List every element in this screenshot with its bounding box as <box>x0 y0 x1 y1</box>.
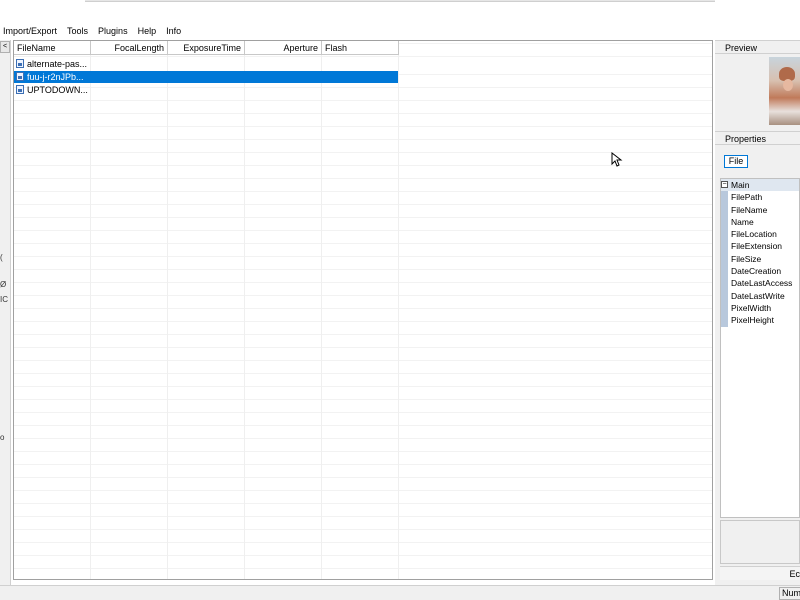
property-label: FileExtension <box>731 241 783 252</box>
property-label: FilePath <box>731 192 763 203</box>
mouse-pointer-icon <box>611 152 623 167</box>
property-row[interactable]: FileExtension <box>721 240 799 253</box>
column-header-exposuretime[interactable]: ExposureTime <box>168 41 245 55</box>
column-divider <box>244 55 245 579</box>
property-row[interactable]: FileSize <box>721 252 799 266</box>
menu-info[interactable]: Info <box>161 24 186 38</box>
preview-header: Preview <box>715 40 800 54</box>
column-header-flash[interactable]: Flash <box>322 41 399 55</box>
focallength-cell <box>91 70 168 83</box>
left-strip-text: o <box>0 433 5 442</box>
property-row[interactable]: FileName <box>721 203 799 216</box>
property-row[interactable]: FileLocation <box>721 228 799 241</box>
numlock-indicator: Num <box>779 587 800 600</box>
property-label: DateLastWrite <box>731 290 785 301</box>
exposuretime-cell <box>168 70 245 83</box>
aperture-cell <box>245 70 322 83</box>
menu-bar: Import/Export Tools Plugins Help Info <box>0 24 186 38</box>
property-row[interactable]: DateLastAccess <box>721 277 799 290</box>
property-label: DateLastAccess <box>731 278 793 289</box>
column-divider <box>321 55 322 579</box>
list-item-selected[interactable]: fuu-j-r2nJPb... <box>14 70 712 83</box>
property-label: PixelHeight <box>731 315 774 326</box>
properties-header: Properties <box>715 131 800 145</box>
collapse-toggle-icon[interactable]: − <box>721 181 728 188</box>
file-icon <box>16 72 24 81</box>
column-divider <box>90 55 91 579</box>
property-category-main[interactable]: − Main <box>721 179 799 192</box>
property-label: FileName <box>731 204 768 215</box>
property-row[interactable]: PixelWidth <box>721 301 799 315</box>
list-header: FileName FocalLength ExposureTime Apertu… <box>14 41 399 55</box>
menu-help[interactable]: Help <box>133 24 162 38</box>
column-header-focallength[interactable]: FocalLength <box>91 41 168 55</box>
filename-cell: fuu-j-r2nJPb... <box>14 70 91 83</box>
property-label: Name <box>731 216 754 227</box>
left-strip-text: ( <box>0 253 3 262</box>
file-tab-button[interactable]: File <box>724 155 748 168</box>
property-label: PixelWidth <box>731 302 772 313</box>
edit-button[interactable]: Ec <box>720 566 800 580</box>
column-header-filename[interactable]: FileName <box>14 41 91 55</box>
right-side-panel: Preview Properties File − Main FilePath … <box>715 40 800 585</box>
left-strip-text: Ø <box>0 280 7 289</box>
left-strip-text: IC <box>0 295 8 304</box>
property-label: DateCreation <box>731 266 782 277</box>
menu-import-export[interactable]: Import/Export <box>0 24 62 38</box>
status-bar: Num <box>0 585 800 600</box>
list-rows: alternate-pas... fuu-j-r2nJPb... UPTODOW… <box>14 57 712 96</box>
file-list-view[interactable]: FileName FocalLength ExposureTime Apertu… <box>13 40 713 580</box>
list-item[interactable]: alternate-pas... <box>14 57 712 70</box>
menu-tools[interactable]: Tools <box>62 24 93 38</box>
property-label: FileSize <box>731 253 762 264</box>
column-divider <box>167 55 168 579</box>
column-divider <box>398 55 399 579</box>
property-row[interactable]: DateCreation <box>721 265 799 278</box>
filename-cell: UPTODOWN... <box>14 84 91 96</box>
collapse-button[interactable]: < <box>0 41 10 53</box>
filename-text: fuu-j-r2nJPb... <box>27 71 84 82</box>
filename-cell: alternate-pas... <box>14 58 91 70</box>
preview-image <box>769 57 800 125</box>
preview-image-detail <box>783 79 793 91</box>
property-grid[interactable]: − Main FilePath FileName Name FileLocati… <box>720 178 800 518</box>
property-description-box <box>720 520 800 564</box>
left-side-panel: < ( Ø IC o <box>0 40 11 585</box>
list-item[interactable]: UPTODOWN... <box>14 83 712 96</box>
column-header-aperture[interactable]: Aperture <box>245 41 322 55</box>
property-label: FileLocation <box>731 229 777 240</box>
flash-cell <box>322 70 398 83</box>
window-top-edge <box>85 0 715 2</box>
menu-plugins[interactable]: Plugins <box>93 24 133 38</box>
property-row[interactable]: Name <box>721 215 799 229</box>
category-label: Main <box>731 180 750 190</box>
filename-text: UPTODOWN... <box>27 84 88 95</box>
file-icon <box>16 85 24 94</box>
file-icon <box>16 59 24 68</box>
property-row[interactable]: FilePath <box>721 191 799 204</box>
title-bar <box>0 0 800 22</box>
filename-text: alternate-pas... <box>27 58 88 69</box>
property-row[interactable]: DateLastWrite <box>721 289 799 302</box>
property-row[interactable]: PixelHeight <box>721 314 799 327</box>
